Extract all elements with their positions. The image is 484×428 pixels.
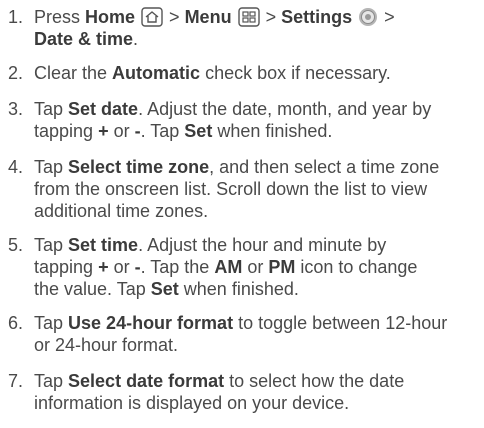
text-segment: or xyxy=(108,121,135,141)
step-number: 5. xyxy=(8,235,24,255)
set-time-label: Set time xyxy=(68,235,139,255)
step-text: Clear the Automatic check box if necessa… xyxy=(34,62,482,84)
step-line: Date & time. xyxy=(34,28,482,50)
text-segment: to toggle between 12-hour xyxy=(233,313,448,333)
step-text: Tap Select date format to select how the… xyxy=(34,370,482,414)
step-line: information is displayed on your device. xyxy=(34,393,350,413)
settings-icon xyxy=(358,7,378,27)
step-line: Clear the Automatic check box if necessa… xyxy=(34,62,482,84)
text-segment: when finished. xyxy=(212,121,333,141)
step-line: tapping + or -. Tap the AM or PM icon to… xyxy=(34,256,482,278)
step-line: Tap Select time zone, and then select a … xyxy=(34,156,482,178)
step-line: additional time zones. xyxy=(34,201,209,221)
menu-label: Menu xyxy=(184,7,232,27)
set-date-label: Set date xyxy=(68,99,139,119)
step-text: Tap Set time. Adjust the hour and minute… xyxy=(34,234,482,300)
step-line: from the onscreen list. Scroll down the … xyxy=(34,179,428,199)
step-number: 4. xyxy=(8,157,24,177)
text-segment: Press xyxy=(34,7,86,27)
text-segment: Clear the xyxy=(34,63,113,83)
step-line: tapping + or -. Tap Set when finished. xyxy=(34,120,482,142)
text-segment: Tap xyxy=(34,157,69,177)
step-number: 2. xyxy=(8,63,24,83)
step-text: Tap Select time zone, and then select a … xyxy=(34,156,482,222)
text-segment: . xyxy=(133,29,139,49)
text-segment: > xyxy=(164,7,185,27)
am-label: AM xyxy=(214,257,243,277)
date-time-label: Date & time xyxy=(34,29,134,49)
text-segment: Tap xyxy=(34,313,69,333)
text-segment: icon to change xyxy=(295,257,418,277)
text-segment: . Tap the xyxy=(140,257,215,277)
use-24-hour-format-label: Use 24-hour format xyxy=(68,313,234,333)
settings-label: Settings xyxy=(281,7,353,27)
step-line: Tap Select date format to select how the… xyxy=(34,370,482,392)
step-text: Tap Set date. Adjust the date, month, an… xyxy=(34,98,482,142)
set-label: Set xyxy=(150,279,179,299)
text-segment: , and then select a time zone xyxy=(209,157,440,177)
step-text: Tap Use 24-hour format to toggle between… xyxy=(34,312,482,356)
automatic-label: Automatic xyxy=(112,63,201,83)
home-icon xyxy=(141,7,163,27)
step-line: Tap Set time. Adjust the hour and minute… xyxy=(34,234,482,256)
text-segment: tapping xyxy=(34,257,99,277)
step-number: 7. xyxy=(8,371,24,391)
text-segment: check box if necessary. xyxy=(200,63,391,83)
text-segment: > xyxy=(260,7,282,27)
pm-label: PM xyxy=(268,257,296,277)
text-segment: . Tap xyxy=(140,121,185,141)
text-segment: . Adjust the date, month, and year by xyxy=(138,99,432,119)
step-number: 6. xyxy=(8,313,24,333)
set-label: Set xyxy=(184,121,213,141)
text-segment: tapping xyxy=(34,121,99,141)
select-time-zone-label: Select time zone xyxy=(68,157,210,177)
text-segment: Tap xyxy=(34,99,69,119)
step-line: Tap Set date. Adjust the date, month, an… xyxy=(34,98,482,120)
text-segment: Tap xyxy=(34,235,69,255)
plus-label: + xyxy=(98,121,109,141)
step-line: Press Home > Menu > Settings > xyxy=(34,6,482,28)
step-number: 3. xyxy=(8,99,24,119)
instruction-steps: 1. Press Home > Menu > Settings > Date &… xyxy=(0,0,484,428)
text-segment: or xyxy=(108,257,135,277)
menu-icon xyxy=(237,7,260,27)
step-line: the value. Tap Set when finished. xyxy=(34,278,482,300)
text-segment: the value. Tap xyxy=(34,279,151,299)
text-segment: Tap xyxy=(34,371,69,391)
text-segment: . Adjust the hour and minute by xyxy=(138,235,387,255)
text-segment: when finished. xyxy=(178,279,299,299)
plus-label: + xyxy=(98,257,109,277)
step-text: Press Home > Menu > Settings > Date & ti… xyxy=(34,6,482,50)
step-line: or 24-hour format. xyxy=(34,335,179,355)
step-number: 1. xyxy=(8,7,24,27)
home-label: Home xyxy=(85,7,136,27)
text-segment: to select how the date xyxy=(224,371,405,391)
text-segment: > xyxy=(379,7,395,27)
text-segment: or xyxy=(242,257,269,277)
step-line: Tap Use 24-hour format to toggle between… xyxy=(34,312,482,334)
select-date-format-label: Select date format xyxy=(68,371,225,391)
